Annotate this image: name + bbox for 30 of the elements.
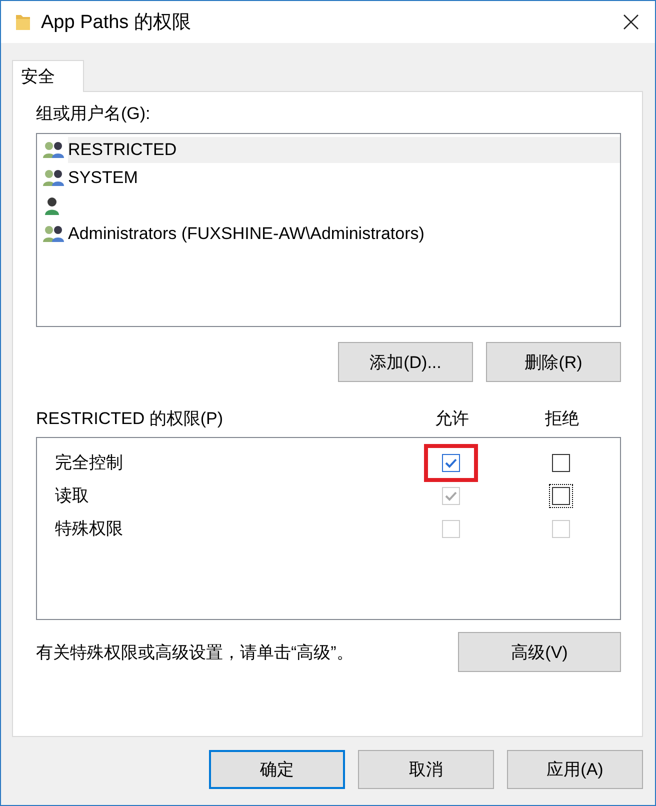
add-button[interactable]: 添加(D)...	[338, 342, 473, 382]
ok-button[interactable]: 确定	[209, 750, 345, 789]
security-tab[interactable]: 安全	[12, 60, 84, 92]
hint-text: 有关特殊权限或高级设置，请单击“高级”。	[36, 642, 354, 664]
window-title: App Paths 的权限	[41, 11, 192, 35]
permission-name: 完全控制	[55, 452, 124, 474]
deny-checkbox[interactable]	[552, 454, 570, 472]
users-icon	[42, 140, 66, 160]
column-header: 允许	[434, 408, 470, 430]
permission-name: 读取	[55, 485, 90, 507]
user-list[interactable]: RESTRICTED SYSTEM Administrators (FUXSHINE-AW\Administrators)	[36, 133, 621, 327]
check-icon	[444, 490, 458, 502]
users-icon	[42, 168, 66, 188]
group-label: 组或用户名(G):	[36, 103, 152, 125]
deny-checkbox[interactable]	[552, 486, 570, 504]
column-header: 拒绝	[544, 408, 580, 430]
folder-icon	[15, 12, 31, 32]
apply-button[interactable]: 应用(A)	[507, 750, 643, 789]
advanced-button[interactable]: 高级(V)	[458, 632, 621, 672]
permission-name: 特殊权限	[55, 518, 124, 540]
allow-checkbox[interactable]	[442, 454, 460, 472]
user-name[interactable]: Administrators (FUXSHINE-AW\Administrators)	[68, 221, 620, 247]
remove-button[interactable]: 删除(R)	[486, 342, 621, 382]
users-icon	[42, 224, 66, 244]
close-icon[interactable]	[623, 14, 639, 30]
user-name[interactable]: RESTRICTED	[68, 137, 620, 163]
cancel-button[interactable]: 取消	[358, 750, 494, 789]
permissions-label: RESTRICTED 的权限(P)	[36, 408, 224, 430]
check-icon	[444, 456, 458, 468]
user-name[interactable]: SYSTEM	[68, 165, 620, 191]
